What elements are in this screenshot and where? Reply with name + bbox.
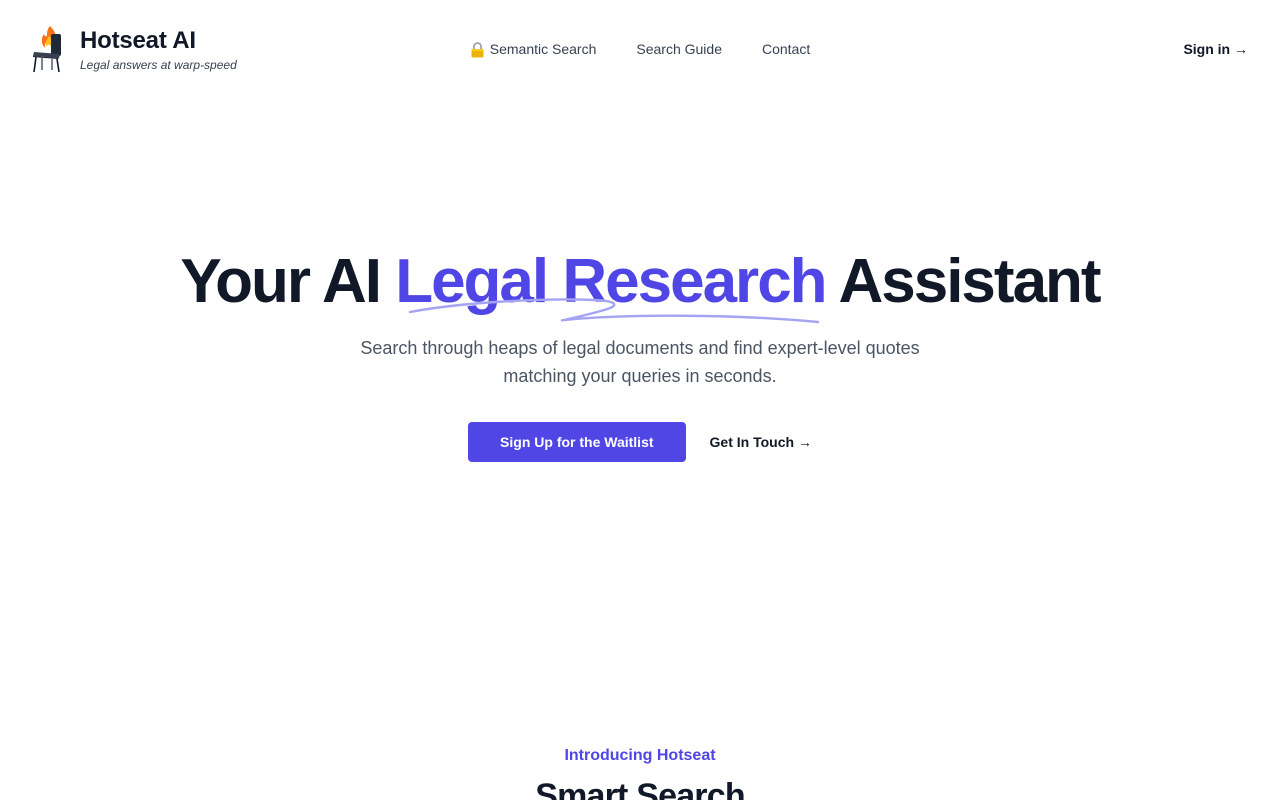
hero-title-before: Your AI xyxy=(180,247,396,316)
burning-chair-icon xyxy=(33,26,61,73)
section-eyebrow: Introducing Hotseat xyxy=(564,747,716,764)
nav-contact[interactable]: Contact xyxy=(762,38,810,60)
brand-title: Hotseat AI xyxy=(80,27,196,54)
cta-row: Sign Up for the Waitlist Get In Touch → xyxy=(0,422,1280,462)
sign-in-link[interactable]: Sign in → xyxy=(1183,38,1248,60)
lock-icon xyxy=(471,41,484,57)
get-in-touch-link[interactable]: Get In Touch → xyxy=(710,434,812,450)
nav-search-guide[interactable]: Search Guide xyxy=(636,38,722,60)
site-header: Hotseat AI Legal answers at warp-speed S… xyxy=(0,0,1280,96)
waitlist-signup-button[interactable]: Sign Up for the Waitlist xyxy=(468,422,686,462)
brand-text: Hotseat AI Legal answers at warp-speed xyxy=(80,24,237,72)
section-title: Smart Search xyxy=(535,777,745,800)
hero-title-after: Assistant xyxy=(825,247,1101,316)
brand-tagline: Legal answers at warp-speed xyxy=(80,58,237,72)
underline-scribble xyxy=(408,298,820,324)
brand-logo-link[interactable]: Hotseat AI Legal answers at warp-speed xyxy=(30,24,237,74)
nav-semantic-search-label: Semantic Search xyxy=(489,41,597,57)
nav-semantic-search[interactable]: Semantic Search xyxy=(470,38,597,60)
hero-subtitle: Search through heaps of legal documents … xyxy=(360,338,920,386)
